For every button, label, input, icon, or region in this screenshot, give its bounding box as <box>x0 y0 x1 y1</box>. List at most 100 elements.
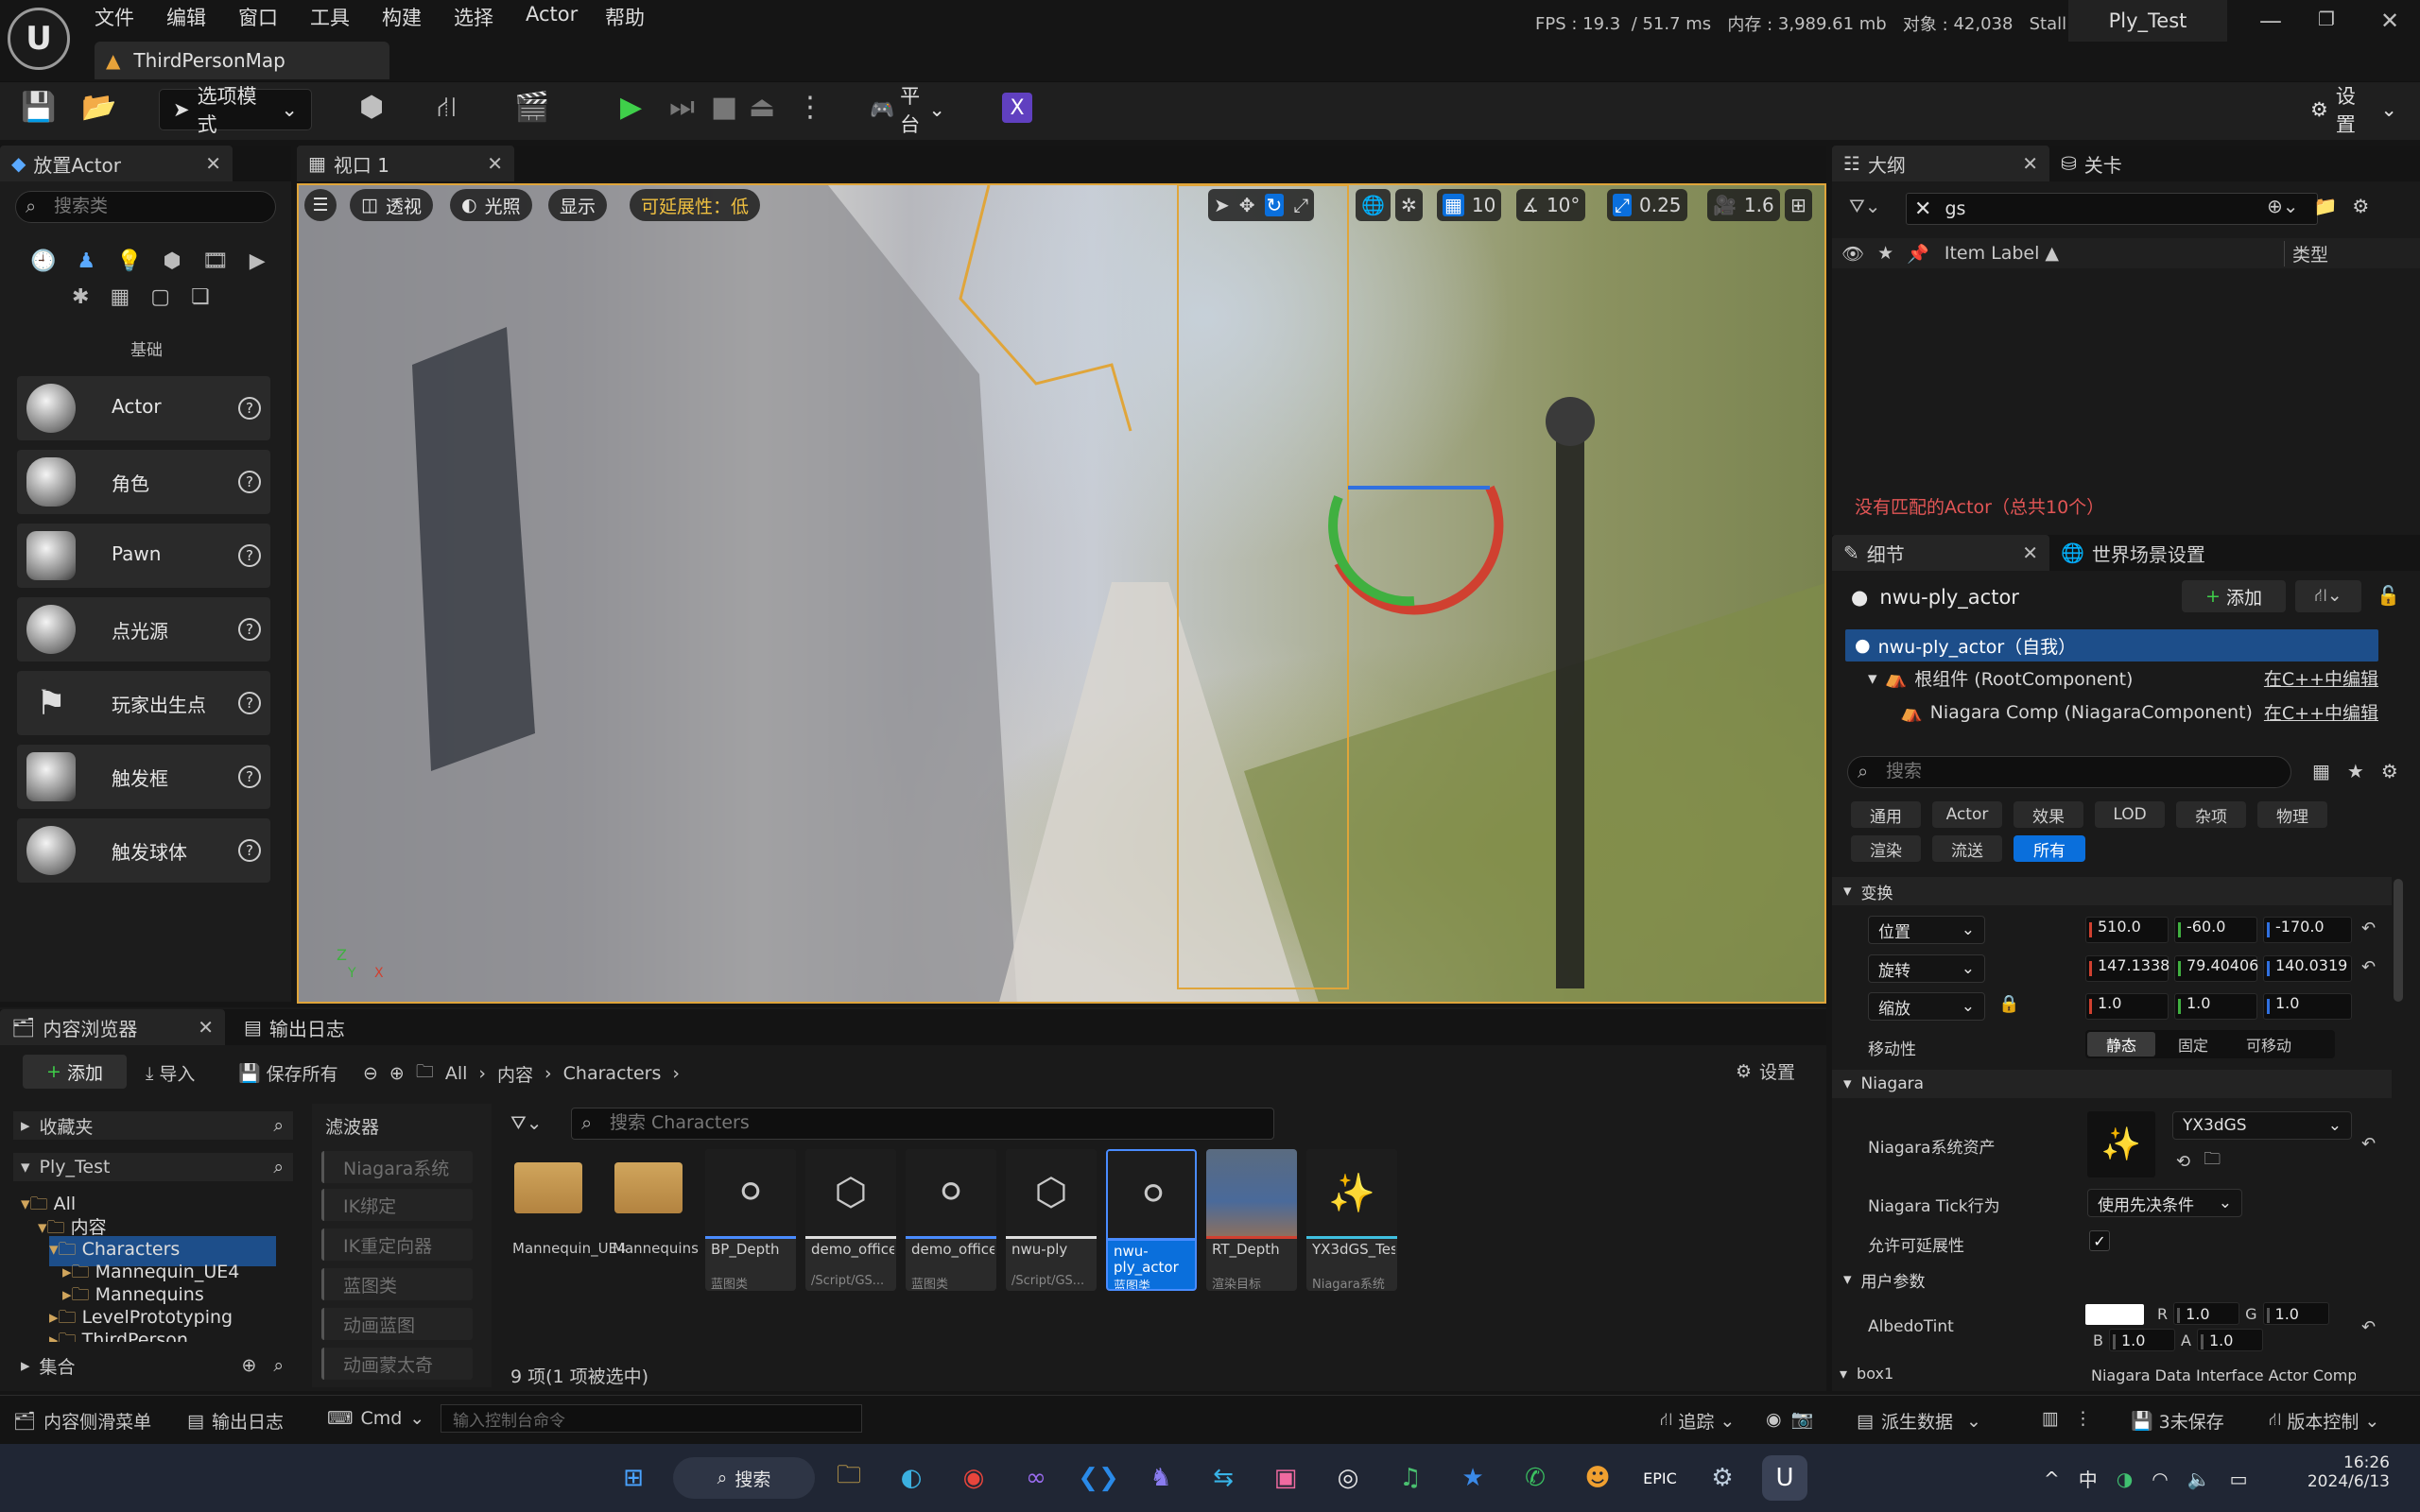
menu-edit[interactable]: 编辑 <box>166 3 206 31</box>
qq-icon[interactable]: ☻ <box>1575 1455 1620 1501</box>
star-icon[interactable]: ★ <box>1877 243 1893 264</box>
chrome-icon[interactable]: ◉ <box>951 1455 996 1501</box>
unreal-taskbar-icon[interactable]: U <box>1762 1455 1807 1501</box>
surface-snap-icon[interactable]: ✲ <box>1395 189 1423 221</box>
column-item-label[interactable]: Item Label ▲ <box>1945 243 2059 264</box>
asset-bp-depth[interactable]: ⚪ BP_Depth 蓝图类 <box>705 1149 796 1291</box>
platform-dropdown[interactable]: 🎮 平台 ⌄ <box>856 85 959 136</box>
epic-games-icon[interactable]: EPIC <box>1637 1455 1683 1501</box>
category-general[interactable]: 通用 <box>1851 801 1921 828</box>
edge-icon[interactable]: ◐ <box>889 1455 934 1501</box>
scale-tool-icon[interactable]: ⤢ <box>1293 194 1308 216</box>
visibility-icon[interactable]: 👁 <box>1841 243 1864 265</box>
asset-nwu-ply-actor[interactable]: ⚪ nwu-ply_actor 蓝图类 <box>1106 1149 1197 1291</box>
reset-icon[interactable]: ↶ <box>2361 1317 2376 1337</box>
rotation-z[interactable]: 140.0319 <box>2263 955 2352 982</box>
more-icon[interactable]: ⋮ <box>796 91 824 124</box>
add-filter-icon[interactable]: ⊕⌄ <box>2267 195 2299 217</box>
component-row-root[interactable]: ▾ ⛺ 根组件 (RootComponent) 在C++中编辑 <box>1868 665 2378 691</box>
albedo-g[interactable]: 1.0 <box>2262 1302 2329 1325</box>
scale-y[interactable]: 1.0 <box>2174 993 2257 1020</box>
level-viewport[interactable]: Z Y X <box>297 183 1826 1004</box>
cmd-dropdown[interactable]: ⌨ Cmd ⌄ <box>327 1408 424 1429</box>
place-item-character[interactable]: 角色? <box>17 450 270 514</box>
collections-section[interactable]: ▸ 集合 ⊕ ⌕ <box>13 1351 293 1380</box>
tab-viewport[interactable]: ▦ 视口 1 ✕ <box>297 146 514 181</box>
asset-rt-depth[interactable]: RT_Depth 渲染目标 <box>1206 1149 1297 1291</box>
location-x[interactable]: 510.0 <box>2085 917 2169 943</box>
use-selected-icon[interactable]: ⟲ <box>2176 1152 2190 1172</box>
close-window-icon[interactable]: ✕ <box>2380 8 2399 34</box>
filter-blueprint-class[interactable]: 蓝图类 <box>321 1268 473 1300</box>
more-icon[interactable]: ⋮ <box>2074 1408 2092 1429</box>
play-icon[interactable]: ▶ <box>620 91 642 124</box>
project-section[interactable]: ▾ Ply_Test ⌕ <box>13 1153 293 1181</box>
details-scrollbar[interactable] <box>2394 879 2403 1002</box>
trace-button[interactable]: ⛙ 追踪 ⌄ <box>1660 1408 1735 1434</box>
new-folder-icon[interactable]: 📁 <box>2314 195 2338 217</box>
derived-data-button[interactable]: ▤ 派生数据 ⌄ <box>1857 1408 1981 1434</box>
mobility-stationary[interactable]: 固定 <box>2155 1033 2231 1056</box>
scalability-warning[interactable]: 可延展性：低 <box>630 189 761 221</box>
steam-icon[interactable]: ⚙ <box>1700 1455 1745 1501</box>
category-physics[interactable]: 物理 <box>2257 801 2327 828</box>
menu-build[interactable]: 构建 <box>382 3 422 31</box>
layout-icon[interactable]: ⊞ <box>1785 189 1812 221</box>
breadcrumb-characters[interactable]: Characters <box>563 1063 662 1084</box>
clear-icon[interactable]: ✕ <box>1914 198 1931 221</box>
add-component-button[interactable]: + 添加 <box>2182 580 2286 612</box>
niagara-asset-dropdown[interactable]: YX3dGS ⌄ <box>2172 1111 2352 1140</box>
close-icon[interactable]: ✕ <box>2022 152 2038 175</box>
menu-window[interactable]: 窗口 <box>238 3 278 31</box>
scale-snap[interactable]: ⤢ 0.25 <box>1607 189 1687 221</box>
category-effects[interactable]: 效果 <box>2014 801 2083 828</box>
add-icon[interactable]: ⊕ <box>241 1355 256 1376</box>
filter-ik-rig[interactable]: IK绑定 <box>321 1189 473 1221</box>
place-item-player-start[interactable]: ⚑ 玩家出生点? <box>17 671 270 735</box>
blueprint-options-icon[interactable]: ⛙⌄ <box>2295 580 2361 612</box>
tab-content-browser[interactable]: 🗂 内容浏览器 ✕ <box>0 1009 225 1045</box>
tray-app-icon[interactable]: ◑ <box>2117 1468 2133 1490</box>
albedo-color-swatch[interactable] <box>2085 1304 2144 1325</box>
breadcrumb-all[interactable]: All <box>445 1063 468 1084</box>
chevron-up-icon[interactable]: ^ <box>2044 1468 2060 1490</box>
edit-in-cpp-link[interactable]: 在C++中编辑 <box>2264 665 2378 691</box>
add-content-button[interactable]: + 添加 <box>23 1055 127 1089</box>
plugin-x-icon[interactable]: X <box>1002 93 1032 123</box>
restore-icon[interactable]: ❐ <box>2318 8 2335 30</box>
gizmo-green[interactable] <box>1328 495 1415 607</box>
stop-icon[interactable]: ■ <box>711 91 737 124</box>
menu-help[interactable]: 帮助 <box>605 3 645 31</box>
gizmo-red[interactable] <box>1334 485 1504 615</box>
component-row-self[interactable]: ● nwu-ply_actor（自我） <box>1845 629 2378 662</box>
lit-button[interactable]: ◐ 光照 <box>450 189 532 221</box>
pin-icon[interactable]: 📌 <box>1907 243 1929 265</box>
niagara-tick-dropdown[interactable]: 使用先决条件 ⌄ <box>2087 1189 2242 1217</box>
search-icon[interactable]: ⌕ <box>273 1157 284 1177</box>
help-icon[interactable]: ? <box>238 471 261 493</box>
cinematic-icon[interactable]: 🎞 <box>202 249 229 273</box>
mobility-static[interactable]: 静态 <box>2087 1032 2155 1057</box>
app-cat-icon[interactable]: ♞ <box>1138 1455 1184 1501</box>
rotate-tool-icon[interactable]: ↻ <box>1264 194 1285 216</box>
cb-filter-icon[interactable]: ⛛⌄ <box>510 1111 543 1134</box>
tree-third-person[interactable]: ▸🗀 ThirdPerson <box>49 1327 188 1342</box>
filter-anim-montage[interactable]: 动画蒙太奇 <box>321 1348 473 1380</box>
bilibili-icon[interactable]: ▣ <box>1263 1455 1308 1501</box>
help-icon[interactable]: ? <box>238 544 261 567</box>
output-log-button[interactable]: ▤ 输出日志 <box>187 1408 284 1434</box>
favorites-section[interactable]: ▸ 收藏夹 ⌕ <box>13 1111 293 1140</box>
tab-world-settings[interactable]: 🌐 世界场景设置 <box>2061 540 2205 567</box>
place-item-pawn[interactable]: Pawn? <box>17 524 270 588</box>
place-item-actor[interactable]: Actor? <box>17 376 270 440</box>
section-niagara[interactable]: ▾ Niagara <box>1832 1070 2392 1098</box>
scale-z[interactable]: 1.0 <box>2263 993 2352 1020</box>
star-icon[interactable]: ★ <box>2347 760 2364 782</box>
menu-select[interactable]: 选择 <box>454 3 493 31</box>
world-local-icon[interactable]: 🌐 <box>1356 189 1391 221</box>
lock-icon[interactable]: 🔓 <box>2377 584 2400 607</box>
media-player-icon[interactable]: ◎ <box>1325 1455 1371 1501</box>
unsaved-button[interactable]: 💾 3未保存 <box>2131 1408 2224 1434</box>
tab-details[interactable]: ✎ 细节 ✕ <box>1832 535 2049 571</box>
wifi-icon[interactable]: ◠ <box>2152 1468 2168 1490</box>
